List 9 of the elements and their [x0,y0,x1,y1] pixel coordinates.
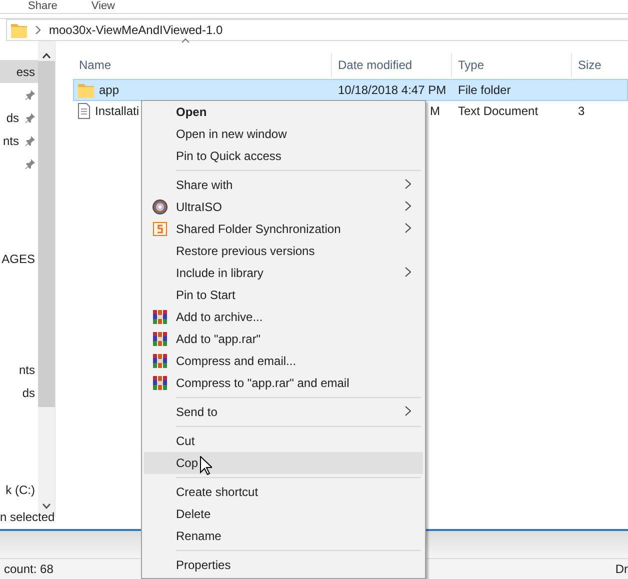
file-cell-text: 10/18/2018 4:47 PM [338,83,446,97]
file-cell-text: File folder [458,83,511,97]
status-text: n selected [0,510,55,524]
file-cell-text: 3 [578,104,585,118]
status-text: count: 68 [4,561,54,578]
file-cell-text: app [99,82,120,99]
file-cell-text: Text Document [458,104,538,118]
file-cell-text: M [430,104,440,118]
file-cell-text: Installati [95,103,140,120]
